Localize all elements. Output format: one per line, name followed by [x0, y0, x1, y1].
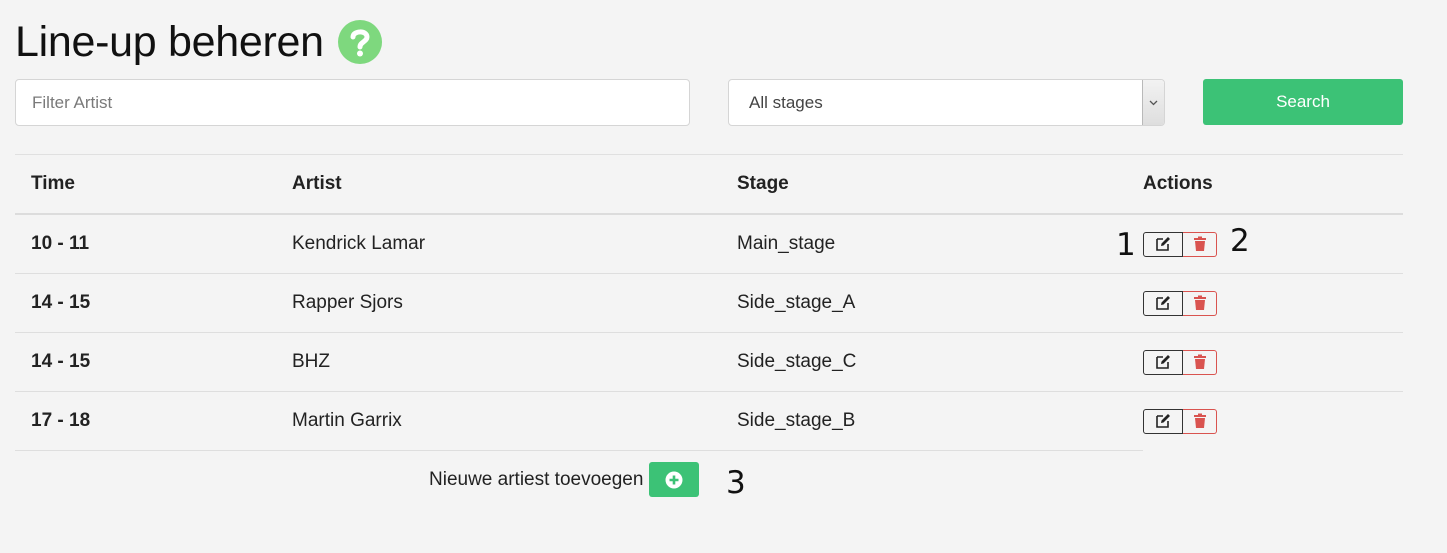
page-title: Line-up beheren	[15, 18, 324, 66]
row-actions	[1143, 332, 1403, 392]
row-time: 17 - 18	[15, 391, 292, 451]
table-header-row: Time Artist Stage Actions	[15, 154, 1403, 215]
row-action-buttons	[1143, 349, 1217, 375]
row-actions	[1143, 273, 1403, 333]
page: Line-up beheren All stages Search Time A…	[0, 0, 1447, 553]
edit-button[interactable]	[1143, 349, 1183, 375]
delete-button[interactable]	[1183, 408, 1217, 434]
row-stage: Side_stage_B	[737, 391, 1143, 451]
trash-icon	[1193, 295, 1207, 311]
delete-button[interactable]	[1183, 231, 1217, 257]
edit-icon	[1155, 354, 1171, 370]
edit-button[interactable]	[1143, 290, 1183, 316]
add-artist-label: Nieuwe artiest toevoegen	[429, 468, 644, 490]
column-header-stage: Stage	[737, 154, 1143, 215]
delete-button[interactable]	[1183, 349, 1217, 375]
plus-circle-icon	[665, 471, 683, 489]
row-action-buttons	[1143, 231, 1217, 257]
column-header-artist: Artist	[292, 154, 737, 215]
row-time: 14 - 15	[15, 273, 292, 333]
edit-icon	[1155, 236, 1171, 252]
row-artist: Kendrick Lamar	[292, 214, 737, 274]
row-action-buttons	[1143, 290, 1217, 316]
row-action-buttons	[1143, 408, 1217, 434]
row-stage: Main_stage	[737, 214, 1143, 274]
row-artist: BHZ	[292, 332, 737, 392]
table-row: 14 - 15 Rapper Sjors Side_stage_A	[15, 273, 1403, 333]
add-artist-button[interactable]	[649, 462, 700, 497]
edit-icon	[1155, 295, 1171, 311]
search-button[interactable]: Search	[1203, 79, 1403, 125]
title-row: Line-up beheren	[15, 14, 382, 70]
row-actions	[1143, 214, 1403, 274]
row-time: 14 - 15	[15, 332, 292, 392]
chevron-down-icon[interactable]	[1142, 80, 1164, 125]
callout-1: 1	[1116, 227, 1136, 263]
edit-icon	[1155, 413, 1171, 429]
callout-3: 3	[726, 465, 746, 501]
callout-2: 2	[1230, 223, 1250, 259]
question-circle-icon[interactable]	[337, 20, 382, 64]
table-body: 10 - 11 Kendrick Lamar Main_stage 14 - 15 Ra…	[15, 214, 1403, 451]
lineup-table: Time Artist Stage Actions 10 - 11 Kendric…	[15, 154, 1403, 451]
table-row: 10 - 11 Kendrick Lamar Main_stage	[15, 214, 1403, 274]
column-header-time: Time	[15, 154, 292, 215]
row-stage: Side_stage_A	[737, 273, 1143, 333]
row-artist: Martin Garrix	[292, 391, 737, 451]
edit-button[interactable]	[1143, 231, 1183, 257]
edit-button[interactable]	[1143, 408, 1183, 434]
delete-button[interactable]	[1183, 290, 1217, 316]
row-stage: Side_stage_C	[737, 332, 1143, 392]
stage-select[interactable]: All stages	[728, 79, 1165, 126]
trash-icon	[1193, 413, 1207, 429]
table-row: 17 - 18 Martin Garrix Side_stage_B	[15, 391, 1403, 451]
trash-icon	[1193, 354, 1207, 370]
trash-icon	[1193, 236, 1207, 252]
filter-artist-input[interactable]	[15, 79, 690, 126]
row-artist: Rapper Sjors	[292, 273, 737, 333]
column-header-actions: Actions	[1143, 154, 1403, 215]
add-artist-row: Nieuwe artiest toevoegen	[429, 462, 700, 497]
row-actions	[1143, 392, 1403, 451]
row-time: 10 - 11	[15, 214, 292, 274]
stage-select-value: All stages	[749, 93, 823, 112]
table-row: 14 - 15 BHZ Side_stage_C	[15, 332, 1403, 392]
